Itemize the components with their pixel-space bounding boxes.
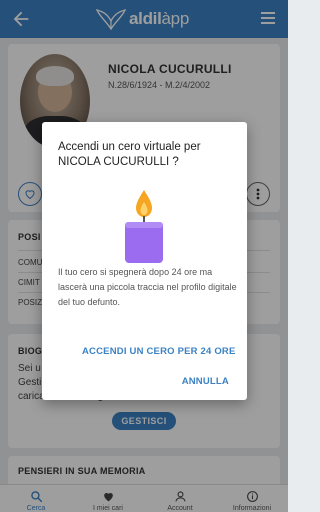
light-candle-dialog: Accendi un cero virtuale per NICOLA CUCU…	[42, 122, 247, 400]
light-candle-24h-button[interactable]: ACCENDI UN CERO PER 24 ORE	[82, 346, 236, 357]
candle-icon	[125, 190, 163, 263]
dialog-title: Accendi un cero virtuale per NICOLA CUCU…	[58, 141, 201, 168]
dialog-message: Il tuo cero si spegnerà dopo 24 ore ma l…	[58, 267, 237, 307]
cancel-button[interactable]: ANNULLA	[182, 376, 229, 387]
